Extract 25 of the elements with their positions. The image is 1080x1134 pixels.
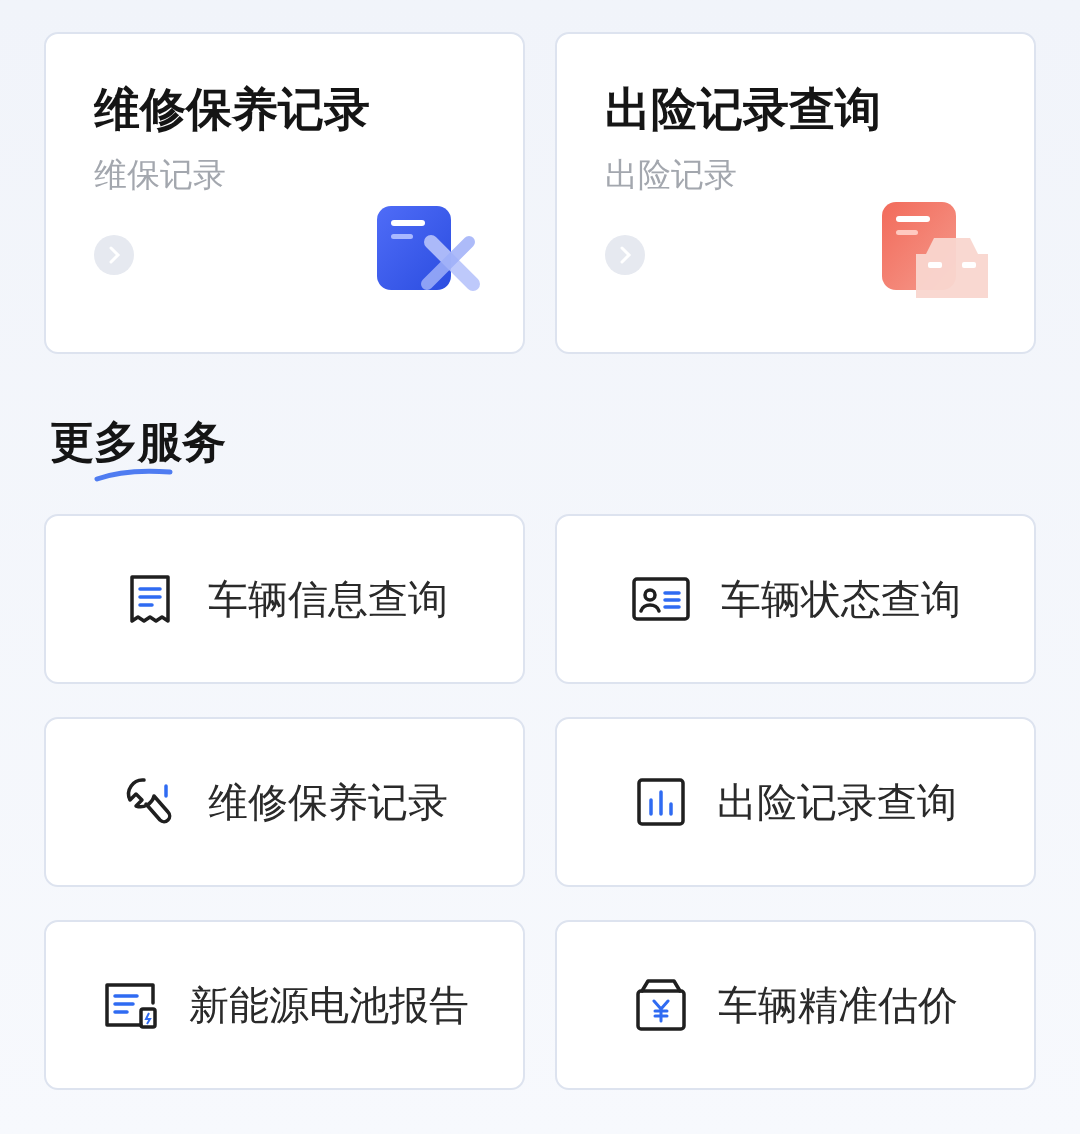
card-title: 维修保养记录 xyxy=(94,86,371,132)
yen-box-icon xyxy=(633,977,688,1033)
brush-underline-icon xyxy=(94,468,174,482)
service-card[interactable]: 出险记录查询 xyxy=(555,717,1036,887)
section-title: 更多服务 xyxy=(50,416,226,468)
chevron-icon xyxy=(94,235,134,275)
service-card[interactable]: 车辆信息查询 xyxy=(44,514,525,684)
bar-chart-icon xyxy=(634,776,687,828)
service-card[interactable]: 车辆状态查询 xyxy=(555,514,1036,684)
record-card[interactable]: 出险记录查询 出险记录 xyxy=(555,32,1036,354)
service-card[interactable]: 车辆精准估价 xyxy=(555,920,1036,1090)
service-label: 车辆信息查询 xyxy=(207,576,448,623)
id-card-icon xyxy=(630,575,691,623)
record-card[interactable]: 维修保养记录 维保记录 xyxy=(44,32,525,354)
service-card[interactable]: 维修保养记录 xyxy=(44,717,525,887)
chevron-icon xyxy=(605,235,645,275)
service-card[interactable]: 新能源电池报告 xyxy=(44,920,525,1090)
card-subtitle: 出险记录 xyxy=(605,158,738,191)
card-subtitle: 维保记录 xyxy=(94,158,227,191)
card-title: 出险记录查询 xyxy=(605,86,882,132)
service-label: 车辆精准估价 xyxy=(717,982,958,1029)
service-label: 出险记录查询 xyxy=(716,779,957,826)
service-label: 车辆状态查询 xyxy=(720,576,961,623)
service-label: 新能源电池报告 xyxy=(188,982,469,1029)
service-label: 维修保养记录 xyxy=(207,779,448,826)
